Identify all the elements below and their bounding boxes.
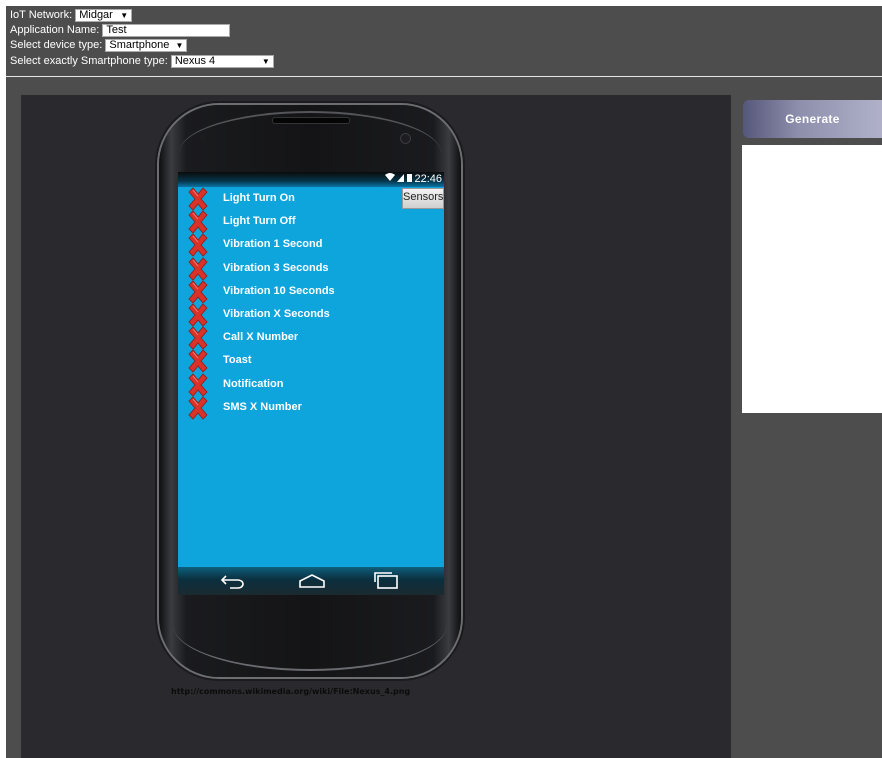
phone-frame: 22:46 Light Turn On Light Turn Off Vibrati… [159, 105, 461, 677]
device-type-select-value: Smartphone [109, 38, 170, 51]
list-item-label: Light Turn On [223, 192, 295, 204]
home-icon[interactable] [298, 572, 326, 595]
status-time: 22:46 [414, 173, 442, 185]
phone-type-select-value: Nexus 4 [174, 54, 216, 67]
app-window: IoT Network: Midgar ▼ Application Name: … [6, 6, 882, 758]
list-item[interactable]: Notification [178, 372, 444, 397]
network-select[interactable]: Midgar ▼ [75, 8, 133, 22]
list-item-label: Toast [223, 354, 252, 367]
red-x-icon [186, 372, 210, 397]
status-bar: 22:46 [178, 172, 444, 187]
recents-icon[interactable] [374, 572, 400, 595]
list-item[interactable]: Vibration 3 Seconds [178, 256, 444, 281]
list-item[interactable]: Toast [178, 349, 444, 373]
preview-stage: 22:46 Light Turn On Light Turn Off Vibrati… [21, 95, 731, 758]
phone-screen: 22:46 Light Turn On Light Turn Off Vibrati… [178, 172, 444, 595]
network-label: IoT Network: [10, 9, 73, 22]
red-x-icon [186, 303, 210, 327]
list-item-label: Vibration 10 Seconds [223, 284, 335, 297]
list-item-label: Call X Number [223, 331, 299, 344]
app-name-label: Application Name: [10, 24, 100, 37]
network-row: IoT Network: Midgar ▼ [10, 8, 133, 22]
back-icon[interactable] [220, 572, 246, 595]
image-credit: http://commons.wikimedia.org/wiki/File:N… [171, 687, 411, 696]
red-x-icon [186, 187, 210, 211]
chevron-down-icon: ▼ [120, 10, 129, 20]
chevron-down-icon: ▼ [175, 40, 184, 50]
divider [6, 76, 882, 77]
list-item[interactable]: Vibration X Seconds [178, 303, 444, 327]
phone-type-label: Select exactly Smartphone type: [10, 55, 168, 68]
app-name-input[interactable]: Test [102, 23, 231, 37]
generate-button[interactable]: Generate [743, 100, 882, 138]
red-x-icon [186, 256, 210, 281]
red-x-icon [186, 326, 210, 350]
list-item[interactable]: Vibration 10 Seconds [178, 280, 444, 304]
list-item[interactable]: Vibration 1 Second [178, 233, 444, 257]
phone-type-select[interactable]: Nexus 4 ▼ [170, 54, 274, 68]
red-x-icon [186, 210, 210, 234]
list-item-label: Vibration X Seconds [223, 307, 330, 320]
network-select-value: Midgar [79, 8, 113, 21]
phone-bottom-edge [173, 625, 447, 671]
device-type-row: Select device type: Smartphone ▼ [10, 38, 188, 52]
list-item-label: Vibration 3 Seconds [223, 261, 329, 274]
list-item[interactable]: Light Turn Off [178, 210, 444, 234]
red-x-icon [186, 349, 210, 373]
proximity-sensor [200, 135, 206, 141]
red-x-icon [186, 280, 210, 304]
app-name-row: Application Name: Test [10, 23, 231, 37]
device-type-label: Select device type: [10, 39, 103, 52]
phone-type-row: Select exactly Smartphone type: Nexus 4 … [10, 54, 274, 68]
sensors-button[interactable]: Sensors [402, 188, 444, 209]
device-type-select[interactable]: Smartphone ▼ [105, 38, 188, 52]
red-x-icon [186, 396, 210, 420]
list-item[interactable]: Call X Number [178, 326, 444, 350]
red-x-icon [186, 233, 210, 257]
list-item-label: SMS X Number [223, 400, 302, 413]
action-list: Light Turn On Light Turn Off Vibration 1 S… [178, 187, 444, 420]
front-camera [400, 133, 411, 144]
list-item-label: Notification [223, 377, 284, 390]
list-item-label: Light Turn Off [223, 215, 296, 228]
output-panel [742, 145, 882, 413]
list-item-label: Vibration 1 Second [223, 238, 323, 251]
signal-battery-icon [384, 172, 414, 188]
nav-bar [178, 567, 444, 595]
list-item[interactable]: SMS X Number [178, 396, 444, 420]
speaker-grille [272, 117, 350, 124]
chevron-down-icon: ▼ [261, 56, 270, 66]
app-name-input-value: Test [106, 23, 127, 36]
